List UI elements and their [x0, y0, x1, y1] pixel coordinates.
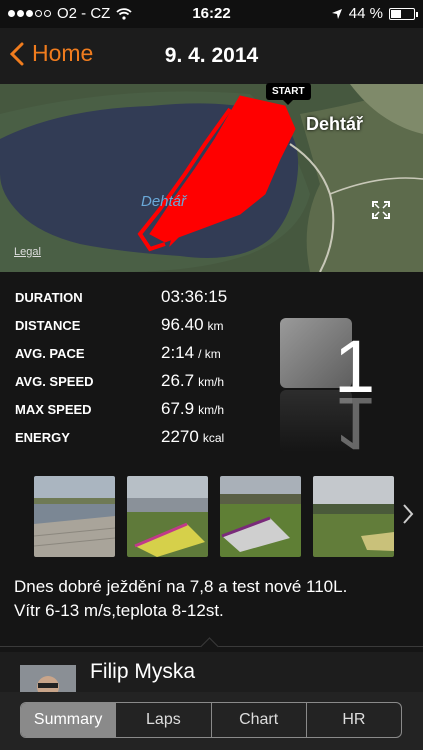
stat-value: 03:36:15 — [161, 287, 228, 306]
tab-laps[interactable]: Laps — [116, 703, 212, 737]
photo-thumbnail[interactable] — [313, 476, 394, 557]
stat-unit: / km — [198, 347, 221, 361]
photo-strip — [34, 476, 394, 557]
stat-value: 67.9 km/h — [161, 399, 225, 418]
stat-unit: kcal — [202, 431, 225, 445]
tab-summary[interactable]: Summary — [21, 703, 117, 737]
stat-value: 2270 kcal — [161, 427, 225, 446]
fullscreen-expand-icon[interactable] — [371, 200, 391, 220]
stat-unit: km — [207, 319, 224, 333]
map-background — [0, 84, 423, 272]
battery-icon — [389, 7, 418, 20]
route-map[interactable] — [0, 84, 423, 272]
activity-description: Dnes dobré ježdění na 7,8 a test nové 11… — [14, 575, 409, 623]
status-right: 44 % — [331, 5, 418, 22]
map-town-label: Dehtář — [306, 114, 364, 134]
stat-label: DISTANCE — [15, 318, 81, 333]
stat-label: ENERGY — [15, 430, 70, 445]
photo-thumbnail[interactable] — [127, 476, 208, 557]
stat-value: 2:14/ km — [161, 343, 221, 362]
location-arrow-icon — [331, 8, 342, 19]
achievement-number-reflection: 1 — [334, 382, 376, 465]
stat-value: 96.40 km — [161, 315, 224, 334]
stat-row-max-speed: MAX SPEED 67.9 km/h — [15, 399, 255, 430]
stat-value: 26.7 km/h — [161, 371, 225, 390]
stat-row-distance: DISTANCE 96.40 km — [15, 315, 255, 346]
description-line: Dnes dobré ježdění na 7,8 a test nové 11… — [14, 577, 348, 596]
stat-label: DURATION — [15, 290, 83, 305]
photo-thumbnail[interactable] — [220, 476, 301, 557]
start-marker: START — [266, 83, 311, 105]
status-bar: O2 - CZ 16:22 44 % — [0, 0, 423, 28]
stat-label: MAX SPEED — [15, 402, 92, 417]
stat-label: AVG. SPEED — [15, 374, 94, 389]
photo-thumbnail[interactable] — [34, 476, 115, 557]
description-line: Vítr 6-13 m/s,teplota 8-12st. — [14, 601, 224, 620]
stat-row-avg-pace: AVG. PACE 2:14/ km — [15, 343, 255, 374]
tab-hr[interactable]: HR — [307, 703, 401, 737]
segmented-control: Summary Laps Chart HR — [20, 702, 402, 738]
tab-chart[interactable]: Chart — [212, 703, 307, 737]
battery-percent: 44 % — [348, 5, 383, 22]
stats-table: DURATION 03:36:15 DISTANCE 96.40 km AVG. … — [15, 287, 255, 458]
user-name: Filip Myska — [90, 660, 196, 683]
stat-row-duration: DURATION 03:36:15 — [15, 287, 255, 318]
map-legal-link[interactable]: Legal — [14, 246, 41, 258]
stat-label: AVG. PACE — [15, 346, 85, 361]
tab-bar: Summary Laps Chart HR — [0, 692, 423, 750]
map-lake-label: Dehtář — [141, 193, 187, 210]
page-title: 9. 4. 2014 — [164, 44, 259, 67]
stat-unit: km/h — [198, 375, 225, 389]
nav-bar: Home 9. 4. 2014 — [0, 28, 423, 84]
stat-row-avg-speed: AVG. SPEED 26.7 km/h — [15, 371, 255, 402]
stat-row-energy: ENERGY 2270 kcal — [15, 427, 255, 458]
chevron-right-icon[interactable] — [402, 503, 414, 525]
stat-unit: km/h — [198, 403, 225, 417]
